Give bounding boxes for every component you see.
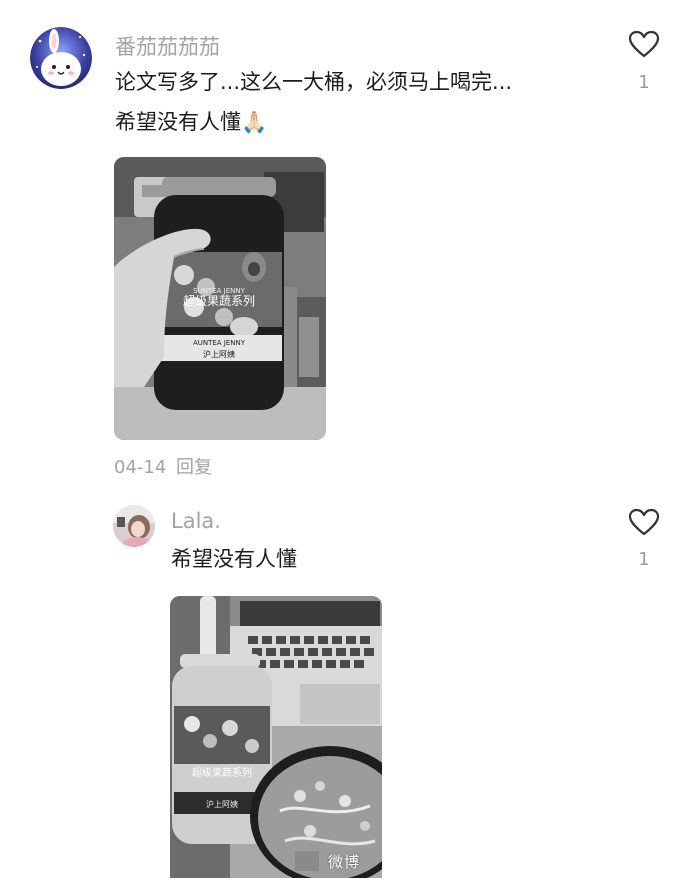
reply-like-count: 1 — [638, 549, 650, 570]
reply-text: 希望没有人懂 — [171, 547, 297, 571]
reply-button[interactable]: 回复 — [176, 457, 212, 478]
heart-icon — [628, 30, 660, 58]
replier-avatar[interactable] — [113, 505, 155, 547]
photo1-label-line3: AUNTEA JENNY — [193, 339, 246, 347]
comment-date: 04-14 — [114, 457, 167, 478]
comment-text-line1: 论文写多了...这么一大桶，必须马上喝完... — [115, 70, 513, 94]
heart-icon — [628, 508, 660, 536]
comment-meta: 04-14 回复 — [114, 453, 212, 479]
reply-photo[interactable]: 超级果蔬系列 沪上阿姨 — [170, 596, 382, 878]
like-count: 1 — [638, 72, 650, 93]
commenter-username[interactable]: 番茄茄茄茄 — [115, 31, 220, 61]
photo1-label-line2: 超级果蔬系列 — [183, 293, 255, 308]
commenter-avatar[interactable] — [30, 27, 92, 89]
photo2-label-line1: 超级果蔬系列 — [192, 766, 252, 779]
comment-text-line2: 希望没有人懂🙏🏻 — [115, 110, 268, 134]
like-button[interactable] — [628, 30, 660, 62]
watermark: 微博 — [328, 853, 361, 871]
comment-photo[interactable]: AUNTEA JENNY 沪上阿姨 SUNTEA JENNY 超级果蔬系列 — [114, 157, 326, 440]
photo2-label-line2: 沪上阿姨 — [206, 799, 238, 809]
replier-username[interactable]: Lala. — [171, 509, 221, 533]
photo1-label-line4: 沪上阿姨 — [203, 349, 235, 359]
reply-like-button[interactable] — [628, 508, 660, 540]
